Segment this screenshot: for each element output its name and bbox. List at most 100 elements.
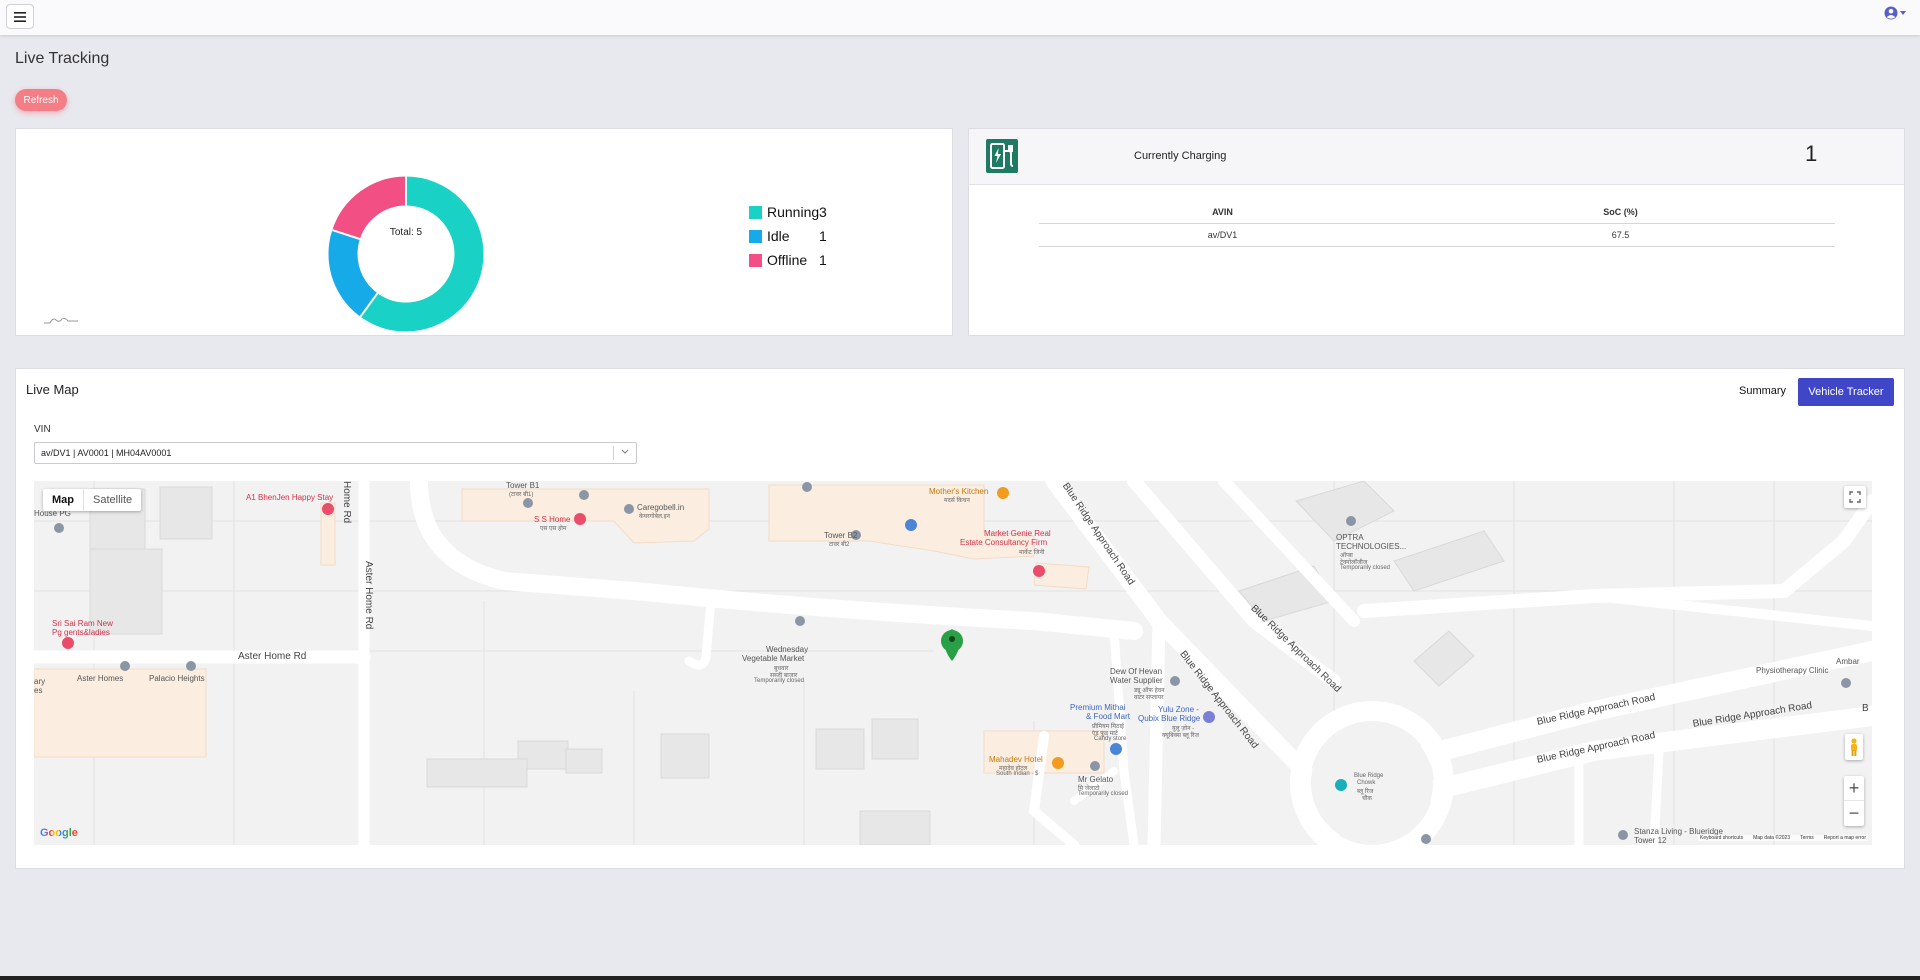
legend-label: Running xyxy=(767,204,820,220)
map-label: वाटर सप्लायर xyxy=(1134,695,1164,701)
map-label: Temporarily closed xyxy=(1078,791,1129,797)
map-label: Pg gents&ladies xyxy=(52,628,110,637)
map-road-label: B xyxy=(1862,703,1869,714)
google-logo[interactable]: Google xyxy=(40,827,78,839)
legend-swatch xyxy=(749,205,762,219)
legend-item-offline[interactable]: Offline 1 xyxy=(749,248,827,272)
map-label: Mahadev Hotel xyxy=(989,755,1043,764)
map-type-satellite-button[interactable]: Satellite xyxy=(83,489,141,511)
donut-total-label: Total: 5 xyxy=(389,227,423,238)
charging-label: Currently Charging xyxy=(1134,150,1227,162)
map-label: Palacio Heights xyxy=(149,674,205,683)
map-label: TECHNOLOGIES... xyxy=(1336,542,1407,551)
top-bar xyxy=(0,0,1920,35)
charging-card: Currently Charging 1 AVIN SoC (%) av/DV1… xyxy=(968,128,1905,336)
keyboard-shortcuts-link[interactable]: Keyboard shortcuts xyxy=(1700,835,1743,841)
hamburger-icon xyxy=(14,11,26,22)
street-view-button[interactable] xyxy=(1845,734,1863,760)
cell-soc: 67.5 xyxy=(1406,223,1835,247)
refresh-button[interactable]: Refresh xyxy=(15,89,67,111)
pegman-icon xyxy=(1851,738,1857,756)
fullscreen-button[interactable] xyxy=(1844,486,1866,508)
live-map-card: Live Map Summary Vehicle Tracker VIN av/… xyxy=(15,368,1905,869)
google-logo-text: Google xyxy=(40,827,78,839)
zoom-out-button[interactable]: − xyxy=(1844,801,1864,826)
column-header-soc: SoC (%) xyxy=(1406,201,1835,224)
map-label: मार्केट जिनी xyxy=(1019,550,1045,556)
sparkline-icon xyxy=(44,317,78,324)
map-label: es xyxy=(34,686,43,695)
map-label: Chowk xyxy=(1357,780,1376,786)
cell-avin: av/DV1 xyxy=(1039,223,1406,247)
report-error-link[interactable]: Report a map error xyxy=(1824,835,1866,841)
bottom-edge xyxy=(0,976,1920,980)
fullscreen-icon xyxy=(1849,491,1861,503)
vehicle-status-card: Total: 5 Running 3 Idle 1 Offline 1 xyxy=(15,128,953,336)
legend-count: 1 xyxy=(819,228,827,244)
charging-count: 1 xyxy=(1805,141,1818,166)
map-label: Caregobell.in xyxy=(637,503,685,512)
map-label: S S Home xyxy=(534,515,571,524)
map-label: Estate Consultancy Firm xyxy=(960,538,1048,547)
caret-down-icon xyxy=(1900,11,1906,15)
map-label: South Indian · $ xyxy=(996,771,1039,777)
google-map[interactable]: A1 BhenJen Happy Stay House PG Home Rd A… xyxy=(34,481,1872,845)
map-label: Physiotherapy Clinic xyxy=(1756,666,1829,675)
chart-legend: Running 3 Idle 1 Offline 1 xyxy=(749,200,827,272)
user-circle-icon xyxy=(1884,6,1898,20)
legend-swatch xyxy=(749,229,762,243)
map-label: Tower B2 xyxy=(824,531,858,540)
map-type-control: Map Satellite xyxy=(43,489,142,511)
map-label: Premium Mithai xyxy=(1070,703,1126,712)
map-label: A1 BhenJen Happy Stay xyxy=(246,493,334,502)
map-road-label: Aster Home Rd xyxy=(238,651,307,662)
user-menu[interactable] xyxy=(1884,6,1906,20)
status-donut-chart xyxy=(328,176,484,332)
map-label: Water Supplier xyxy=(1110,676,1163,685)
map-label: टावर बी2 xyxy=(829,542,850,548)
map-label: Tower 12 xyxy=(1634,836,1667,845)
charging-card-header: Currently Charging 1 xyxy=(969,129,1904,185)
summary-link[interactable]: Summary xyxy=(1739,385,1786,397)
map-label: एस एस होम xyxy=(540,526,567,532)
map-label: Dew Of Hevan xyxy=(1110,667,1163,676)
legend-item-running[interactable]: Running 3 xyxy=(749,200,827,224)
map-label: मदर्स किचन xyxy=(944,498,970,504)
page-title: Live Tracking xyxy=(15,50,110,67)
map-road-label: Home Rd xyxy=(341,481,352,524)
vehicle-tracker-button[interactable]: Vehicle Tracker xyxy=(1798,378,1894,406)
select-separator xyxy=(613,446,614,460)
zoom-in-button[interactable]: + xyxy=(1844,776,1864,801)
legend-item-idle[interactable]: Idle 1 xyxy=(749,224,827,248)
map-label: & Food Mart xyxy=(1086,712,1131,721)
vin-select[interactable]: av/DV1 | AV0001 | MH04AV0001 xyxy=(34,442,637,464)
map-label: क्यूबिक्स ब्लू रिज xyxy=(1162,733,1199,739)
map-label: Mother's Kitchen xyxy=(929,487,989,496)
map-label: Yulu Zone - xyxy=(1158,705,1199,714)
legend-label: Idle xyxy=(767,228,790,244)
ev-charger-icon xyxy=(986,139,1018,173)
legend-count: 1 xyxy=(819,252,827,268)
map-label: Ambar xyxy=(1836,657,1860,666)
map-label: Market Genie Real xyxy=(984,529,1051,538)
vin-selected-value: av/DV1 | AV0001 | MH04AV0001 xyxy=(41,448,172,458)
map-label: केयरगोबेल.इन xyxy=(639,514,670,520)
legend-label: Offline xyxy=(767,252,808,268)
legend-count: 3 xyxy=(819,204,827,220)
map-label: Temporarily closed xyxy=(1340,565,1391,571)
live-map-title: Live Map xyxy=(26,382,79,397)
map-label: ary xyxy=(34,677,46,686)
vin-label: VIN xyxy=(34,424,51,435)
map-label: Aster Homes xyxy=(77,674,124,683)
table-row: av/DV1 67.5 xyxy=(1039,223,1835,247)
map-label: Vegetable Market xyxy=(742,654,805,663)
map-road-label: Aster Home Rd xyxy=(363,561,374,630)
map-label: Wednesday xyxy=(766,645,809,654)
map-label: Qubix Blue Ridge xyxy=(1138,714,1201,723)
map-canvas[interactable] xyxy=(34,481,1872,845)
map-type-map-button[interactable]: Map xyxy=(43,489,83,511)
menu-button[interactable] xyxy=(6,4,34,29)
map-label: Temporarily closed xyxy=(754,678,805,684)
column-header-avin: AVIN xyxy=(1039,201,1406,224)
terms-link[interactable]: Terms xyxy=(1800,835,1814,841)
